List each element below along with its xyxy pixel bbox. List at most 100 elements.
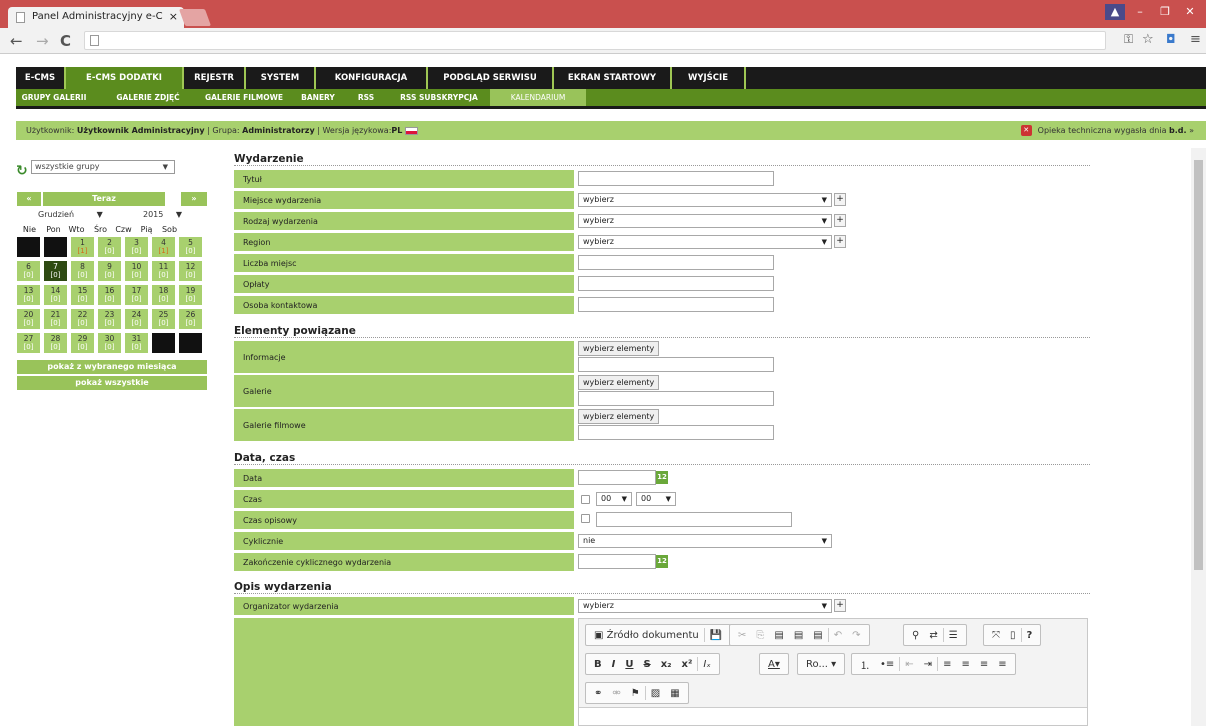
subscript-icon[interactable]: x₂ — [656, 659, 677, 670]
submenu-galerie-zdjec[interactable]: GALERIE ZDJĘĆ — [104, 89, 192, 106]
seats-input[interactable] — [578, 255, 774, 270]
help-icon[interactable]: ? — [1022, 630, 1038, 641]
calendar-day-8[interactable]: 8 [0] — [71, 261, 94, 281]
show-blocks-icon[interactable]: ▯ — [1005, 630, 1021, 641]
source-button[interactable]: ▣ Źródło dokumentu — [589, 630, 704, 641]
calendar-day-6[interactable]: 6 [0] — [17, 261, 40, 281]
align-left-icon[interactable]: ≡ — [938, 659, 956, 670]
calendar-day-2[interactable]: 2 [0] — [98, 237, 121, 257]
submenu-rss-subskrypcja[interactable]: RSS SUBSKRYPCJA — [392, 89, 486, 106]
calendar-day-7[interactable]: 7 [0] — [44, 261, 67, 281]
refresh-icon[interactable]: ↻ — [16, 163, 28, 179]
remove-format-icon[interactable]: Iₓ — [698, 659, 715, 670]
calendar-day-1[interactable]: 1 [1] — [71, 237, 94, 257]
replace-icon[interactable]: ⇄ — [924, 630, 942, 641]
calendar-day-20[interactable]: 20 [0] — [17, 309, 40, 329]
calendar-icon[interactable]: 12 — [656, 471, 668, 484]
find-icon[interactable]: ⚲ — [907, 630, 924, 641]
fees-input[interactable] — [578, 276, 774, 291]
next-month-button[interactable]: » — [181, 192, 207, 206]
reload-icon[interactable]: C — [60, 32, 71, 50]
calendar-day-31[interactable]: 31 [0] — [125, 333, 148, 353]
calendar-day-22[interactable]: 22 [0] — [71, 309, 94, 329]
cut-icon[interactable]: ✂ — [733, 630, 751, 641]
key-icon[interactable]: ⚿ — [1124, 32, 1133, 47]
menu-e-cms-dodatki[interactable]: E-CMS DODATKI — [66, 67, 184, 89]
close-window-icon[interactable]: ✕ — [1180, 4, 1200, 20]
indent-icon[interactable]: ⇥ — [919, 659, 937, 670]
unlink-icon[interactable]: ⚮ — [607, 688, 625, 699]
menu-konfiguracja[interactable]: KONFIGURACJA — [316, 67, 428, 89]
menu-icon[interactable]: ≡ — [1190, 32, 1201, 47]
user-icon[interactable]: ▲ — [1105, 4, 1125, 20]
menu-system[interactable]: SYSTEM — [246, 67, 316, 89]
galerie-filmowe-choose-button[interactable]: wybierz elementy — [578, 409, 660, 424]
strike-icon[interactable]: S — [638, 659, 655, 670]
calendar-day-19[interactable]: 19 [0] — [179, 285, 202, 305]
calendar-day-17[interactable]: 17 [0] — [125, 285, 148, 305]
informacje-input[interactable] — [578, 357, 774, 372]
submenu-rss[interactable]: RSS — [350, 89, 382, 106]
month-select[interactable]: Grudzień ▼ — [38, 210, 103, 219]
organizator-select[interactable]: wybierz ▼ — [578, 599, 832, 613]
menu-wyjscie[interactable]: WYJŚCIE — [672, 67, 746, 89]
menu-ekran-startowy[interactable]: EKRAN STARTOWY — [554, 67, 672, 89]
justify-icon[interactable]: ≡ — [993, 659, 1011, 670]
calendar-icon[interactable]: 12 — [656, 555, 668, 568]
browser-tab[interactable]: Panel Administracyjny e-C × — [8, 7, 184, 28]
calendar-day-21[interactable]: 21 [0] — [44, 309, 67, 329]
show-month-button[interactable]: pokaż z wybranego miesiąca — [17, 360, 207, 374]
show-all-button[interactable]: pokaż wszystkie — [17, 376, 207, 390]
close-tab-icon[interactable]: × — [169, 10, 178, 23]
calendar-day-4[interactable]: 4 [1] — [152, 237, 175, 257]
address-bar[interactable] — [84, 31, 1106, 50]
superscript-icon[interactable]: x² — [677, 659, 698, 670]
align-center-icon[interactable]: ≡ — [956, 659, 974, 670]
save-icon[interactable]: 💾 — [705, 630, 727, 641]
rich-text-editor[interactable]: ▣ Źródło dokumentu 💾 ✂ ⎘ ▤ ▤ ▤ ↶ ↷ ⚲ ⇄ ☰ ⤧ ▯? BIUS… — [578, 618, 1088, 726]
menu-podglad-serwisu[interactable]: PODGLĄD SERWISU — [428, 67, 554, 89]
paste-icon[interactable]: ▤ — [769, 630, 788, 641]
czas-checkbox[interactable] — [581, 495, 590, 504]
calendar-day-27[interactable]: 27 [0] — [17, 333, 40, 353]
place-add-button[interactable]: + — [834, 193, 846, 206]
calendar-day-25[interactable]: 25 [0] — [152, 309, 175, 329]
calendar-day-26[interactable]: 26 [0] — [179, 309, 202, 329]
title-input[interactable] — [578, 171, 774, 186]
calendar-day-28[interactable]: 28 [0] — [44, 333, 67, 353]
scrollbar-thumb[interactable] — [1194, 160, 1203, 570]
table-icon[interactable]: ▦ — [665, 688, 684, 699]
underline-icon[interactable]: U — [620, 659, 638, 670]
anchor-flag-icon[interactable]: ⚑ — [626, 688, 645, 699]
link-icon[interactable]: ⚭ — [589, 688, 607, 699]
submenu-banery[interactable]: BANERY — [296, 89, 340, 106]
bulleted-list-icon[interactable]: •≡ — [875, 659, 899, 670]
page-scrollbar[interactable] — [1191, 148, 1206, 726]
maximize-icon[interactable]: ❐ — [1155, 4, 1175, 20]
redo-icon[interactable]: ↷ — [847, 630, 865, 641]
today-button[interactable]: Teraz — [43, 192, 165, 206]
calendar-day-3[interactable]: 3 [0] — [125, 237, 148, 257]
numbered-list-icon[interactable]: ⒈ — [855, 657, 875, 672]
submenu-grupy-galerii[interactable]: GRUPY GALERII — [16, 89, 92, 106]
bold-icon[interactable]: B — [589, 659, 607, 670]
paste-word-icon[interactable]: ▤ — [808, 630, 827, 641]
zakonczenie-input[interactable] — [578, 554, 656, 569]
back-icon[interactable]: ← — [10, 32, 23, 50]
contact-input[interactable] — [578, 297, 774, 312]
menu-e-cms[interactable]: E-CMS — [16, 67, 66, 89]
data-input[interactable] — [578, 470, 656, 485]
prev-month-button[interactable]: « — [17, 192, 41, 206]
type-select[interactable]: wybierz ▼ — [578, 214, 832, 228]
group-select[interactable]: wszystkie grupy ▼ — [31, 160, 175, 174]
region-select[interactable]: wybierz ▼ — [578, 235, 832, 249]
star-icon[interactable]: ☆ — [1142, 32, 1154, 47]
italic-icon[interactable]: I — [607, 659, 621, 670]
forward-icon[interactable]: → — [36, 32, 49, 50]
galerie-filmowe-input[interactable] — [578, 425, 774, 440]
hour-select[interactable]: 00 ▼ — [596, 492, 632, 506]
calendar-day-14[interactable]: 14 [0] — [44, 285, 67, 305]
maximize-icon[interactable]: ⤧ — [987, 630, 1005, 641]
calendar-day-18[interactable]: 18 [0] — [152, 285, 175, 305]
text-color-icon[interactable]: A▾ — [763, 659, 785, 670]
